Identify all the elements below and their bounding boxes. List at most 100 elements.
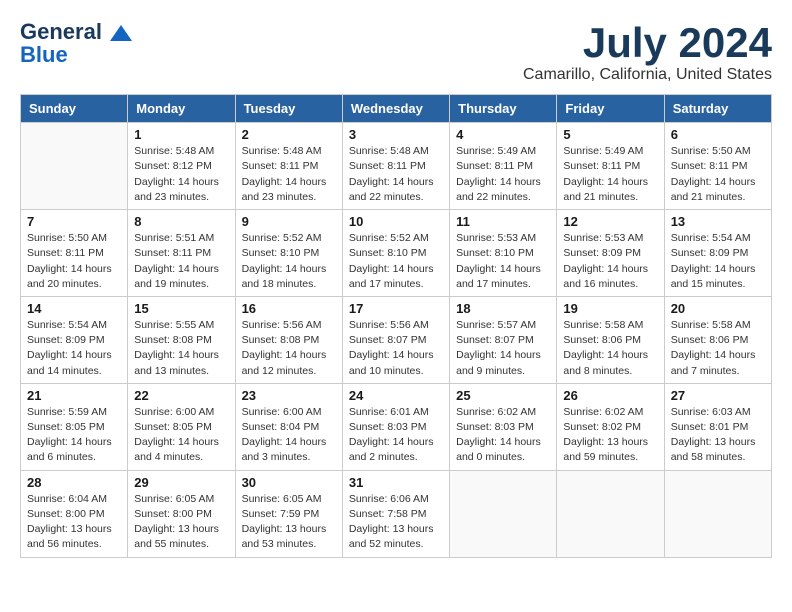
week-row-5: 28Sunrise: 6:04 AMSunset: 8:00 PMDayligh… — [21, 470, 772, 557]
day-info: Sunrise: 5:48 AMSunset: 8:11 PMDaylight:… — [349, 144, 443, 205]
week-row-1: 1 Sunrise: 5:48 AMSunset: 8:12 PMDaylight… — [21, 123, 772, 210]
col-header-monday: Monday — [128, 95, 235, 123]
logo: General Blue — [20, 20, 132, 68]
day-info: Sunrise: 6:06 AMSunset: 7:58 PMDaylight:… — [349, 492, 443, 553]
calendar-cell: 15Sunrise: 5:55 AMSunset: 8:08 PMDayligh… — [128, 296, 235, 383]
day-number: 14 — [27, 301, 121, 316]
day-number: 27 — [671, 388, 765, 403]
day-info: Sunrise: 5:59 AMSunset: 8:05 PMDaylight:… — [27, 405, 121, 466]
calendar-cell — [21, 123, 128, 210]
calendar-cell: 29 Sunrise: 6:05 AMSunset: 8:00 PMDayligh… — [128, 470, 235, 557]
calendar-cell: 18 Sunrise: 5:57 AMSunset: 8:07 PMDayligh… — [450, 296, 557, 383]
day-info: Sunrise: 5:58 AMSunset: 8:06 PMDaylight:… — [671, 318, 765, 379]
logo-text: General — [20, 20, 132, 44]
col-header-friday: Friday — [557, 95, 664, 123]
day-number: 31 — [349, 475, 443, 490]
day-number: 8 — [134, 214, 228, 229]
day-number: 23 — [242, 388, 336, 403]
calendar-cell: 24 Sunrise: 6:01 AMSunset: 8:03 PMDayligh… — [342, 383, 449, 470]
day-info: Sunrise: 5:52 AMSunset: 8:10 PMDaylight:… — [242, 231, 336, 292]
calendar-cell: 26Sunrise: 6:02 AMSunset: 8:02 PMDayligh… — [557, 383, 664, 470]
day-info: Sunrise: 6:01 AMSunset: 8:03 PMDaylight:… — [349, 405, 443, 466]
day-number: 26 — [563, 388, 657, 403]
main-title: July 2024 — [523, 20, 772, 66]
day-info: Sunrise: 5:50 AMSunset: 8:11 PMDaylight:… — [671, 144, 765, 205]
col-header-wednesday: Wednesday — [342, 95, 449, 123]
calendar-cell: 30 Sunrise: 6:05 AMSunset: 7:59 PMDayligh… — [235, 470, 342, 557]
day-info: Sunrise: 5:48 AMSunset: 8:12 PMDaylight:… — [134, 144, 228, 205]
day-number: 29 — [134, 475, 228, 490]
calendar-cell: 19 Sunrise: 5:58 AMSunset: 8:06 PMDayligh… — [557, 296, 664, 383]
calendar-cell: 4Sunrise: 5:49 AMSunset: 8:11 PMDaylight… — [450, 123, 557, 210]
day-number: 25 — [456, 388, 550, 403]
col-header-saturday: Saturday — [664, 95, 771, 123]
day-info: Sunrise: 5:54 AMSunset: 8:09 PMDaylight:… — [671, 231, 765, 292]
day-info: Sunrise: 5:58 AMSunset: 8:06 PMDaylight:… — [563, 318, 657, 379]
day-number: 19 — [563, 301, 657, 316]
col-header-tuesday: Tuesday — [235, 95, 342, 123]
day-info: Sunrise: 6:05 AMSunset: 8:00 PMDaylight:… — [134, 492, 228, 553]
day-info: Sunrise: 5:49 AMSunset: 8:11 PMDaylight:… — [456, 144, 550, 205]
calendar-cell: 17 Sunrise: 5:56 AMSunset: 8:07 PMDayligh… — [342, 296, 449, 383]
calendar-cell — [664, 470, 771, 557]
subtitle: Camarillo, California, United States — [523, 66, 772, 84]
day-info: Sunrise: 5:53 AMSunset: 8:10 PMDaylight:… — [456, 231, 550, 292]
calendar-cell: 5Sunrise: 5:49 AMSunset: 8:11 PMDaylight… — [557, 123, 664, 210]
calendar-cell: 14Sunrise: 5:54 AMSunset: 8:09 PMDayligh… — [21, 296, 128, 383]
day-info: Sunrise: 5:50 AMSunset: 8:11 PMDaylight:… — [27, 231, 121, 292]
week-row-4: 21 Sunrise: 5:59 AMSunset: 8:05 PMDayligh… — [21, 383, 772, 470]
day-info: Sunrise: 6:05 AMSunset: 7:59 PMDaylight:… — [242, 492, 336, 553]
day-number: 2 — [242, 127, 336, 142]
day-number: 13 — [671, 214, 765, 229]
day-number: 3 — [349, 127, 443, 142]
day-info: Sunrise: 5:56 AMSunset: 8:08 PMDaylight:… — [242, 318, 336, 379]
day-info: Sunrise: 5:51 AMSunset: 8:11 PMDaylight:… — [134, 231, 228, 292]
calendar-cell: 8 Sunrise: 5:51 AMSunset: 8:11 PMDaylight… — [128, 210, 235, 297]
calendar-cell: 9Sunrise: 5:52 AMSunset: 8:10 PMDaylight… — [235, 210, 342, 297]
col-header-sunday: Sunday — [21, 95, 128, 123]
day-number: 10 — [349, 214, 443, 229]
day-number: 1 — [134, 127, 228, 142]
day-info: Sunrise: 5:56 AMSunset: 8:07 PMDaylight:… — [349, 318, 443, 379]
day-info: Sunrise: 5:53 AMSunset: 8:09 PMDaylight:… — [563, 231, 657, 292]
calendar-cell: 3 Sunrise: 5:48 AMSunset: 8:11 PMDaylight… — [342, 123, 449, 210]
calendar-cell: 27 Sunrise: 6:03 AMSunset: 8:01 PMDayligh… — [664, 383, 771, 470]
calendar-cell: 16 Sunrise: 5:56 AMSunset: 8:08 PMDayligh… — [235, 296, 342, 383]
calendar-cell: 25 Sunrise: 6:02 AMSunset: 8:03 PMDayligh… — [450, 383, 557, 470]
page-header: General Blue July 2024 Camarillo, Califo… — [20, 20, 772, 84]
logo-icon — [110, 25, 132, 41]
calendar-cell: 11 Sunrise: 5:53 AMSunset: 8:10 PMDayligh… — [450, 210, 557, 297]
day-number: 30 — [242, 475, 336, 490]
day-info: Sunrise: 6:00 AMSunset: 8:04 PMDaylight:… — [242, 405, 336, 466]
day-info: Sunrise: 5:57 AMSunset: 8:07 PMDaylight:… — [456, 318, 550, 379]
day-number: 20 — [671, 301, 765, 316]
day-number: 11 — [456, 214, 550, 229]
calendar-cell: 23 Sunrise: 6:00 AMSunset: 8:04 PMDayligh… — [235, 383, 342, 470]
calendar-cell: 1 Sunrise: 5:48 AMSunset: 8:12 PMDaylight… — [128, 123, 235, 210]
week-row-2: 7Sunrise: 5:50 AMSunset: 8:11 PMDaylight… — [21, 210, 772, 297]
calendar-cell: 22Sunrise: 6:00 AMSunset: 8:05 PMDayligh… — [128, 383, 235, 470]
day-number: 18 — [456, 301, 550, 316]
calendar-cell: 12 Sunrise: 5:53 AMSunset: 8:09 PMDayligh… — [557, 210, 664, 297]
day-info: Sunrise: 5:52 AMSunset: 8:10 PMDaylight:… — [349, 231, 443, 292]
day-number: 17 — [349, 301, 443, 316]
day-info: Sunrise: 6:00 AMSunset: 8:05 PMDaylight:… — [134, 405, 228, 466]
week-row-3: 14Sunrise: 5:54 AMSunset: 8:09 PMDayligh… — [21, 296, 772, 383]
calendar-cell: 2Sunrise: 5:48 AMSunset: 8:11 PMDaylight… — [235, 123, 342, 210]
day-info: Sunrise: 5:49 AMSunset: 8:11 PMDaylight:… — [563, 144, 657, 205]
day-info: Sunrise: 6:03 AMSunset: 8:01 PMDaylight:… — [671, 405, 765, 466]
calendar-cell: 31 Sunrise: 6:06 AMSunset: 7:58 PMDayligh… — [342, 470, 449, 557]
calendar-cell: 20 Sunrise: 5:58 AMSunset: 8:06 PMDayligh… — [664, 296, 771, 383]
calendar-cell: 13 Sunrise: 5:54 AMSunset: 8:09 PMDayligh… — [664, 210, 771, 297]
logo-blue: Blue — [20, 42, 68, 68]
day-number: 21 — [27, 388, 121, 403]
calendar-cell: 6Sunrise: 5:50 AMSunset: 8:11 PMDaylight… — [664, 123, 771, 210]
calendar-cell: 10 Sunrise: 5:52 AMSunset: 8:10 PMDayligh… — [342, 210, 449, 297]
day-number: 16 — [242, 301, 336, 316]
calendar-cell: 7Sunrise: 5:50 AMSunset: 8:11 PMDaylight… — [21, 210, 128, 297]
day-number: 12 — [563, 214, 657, 229]
day-number: 28 — [27, 475, 121, 490]
day-info: Sunrise: 6:02 AMSunset: 8:03 PMDaylight:… — [456, 405, 550, 466]
day-number: 24 — [349, 388, 443, 403]
calendar-cell — [450, 470, 557, 557]
